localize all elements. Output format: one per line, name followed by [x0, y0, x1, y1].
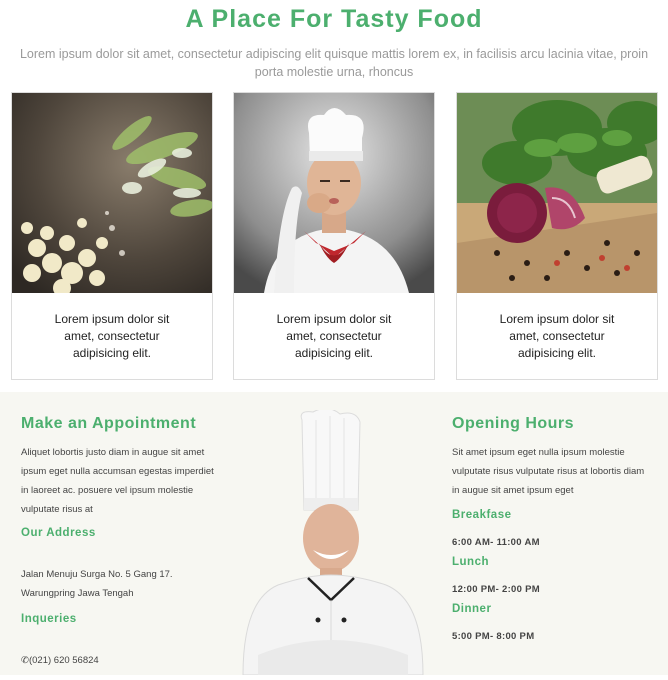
address-text: Jalan Menuju Surga No. 5 Gang 17. Warung… — [21, 569, 173, 599]
feature-card: Lorem ipsum dolor sit amet, consectetur … — [11, 92, 213, 380]
info-section: Make an Appointment Aliquet lobortis jus… — [0, 392, 668, 676]
page-title: A Place For Tasty Food — [185, 5, 483, 33]
lunch-time: 12:00 PM- 2:00 PM — [452, 584, 540, 595]
feature-card: Lorem ipsum dolor sit amet, consectetur … — [233, 92, 435, 380]
breakfast-time: 6:00 AM- 11:00 AM — [452, 537, 540, 548]
hero-section: A Place For Tasty Food Lorem ipsum dolor… — [0, 0, 668, 392]
hero-subtitle: Lorem ipsum dolor sit amet, consectetur … — [19, 47, 649, 79]
phone-icon: ✆ — [21, 655, 29, 666]
feature-card: Lorem ipsum dolor sit amet, consectetur … — [456, 92, 658, 380]
phone-number[interactable]: (021) 620 56824 — [29, 655, 99, 666]
opening-hours-text: Sit amet ipsum eget nulla ipsum molestie… — [452, 447, 645, 496]
breakfast-label: Breakfase — [452, 509, 512, 521]
chef-portrait-image — [238, 408, 428, 676]
appointment-title: Make an Appointment — [21, 415, 197, 432]
chef-kiss-image — [234, 93, 434, 293]
red-onion-peppercorn-image — [457, 93, 657, 293]
opening-hours-title: Opening Hours — [452, 415, 575, 432]
inquiries-title: Inqueries — [21, 613, 77, 625]
sliced-onions-garlic-image — [12, 93, 212, 293]
dinner-label: Dinner — [452, 603, 492, 615]
card-text: Lorem ipsum dolor sit amet, consectetur … — [499, 312, 615, 360]
lunch-label: Lunch — [452, 556, 489, 568]
dinner-time: 5:00 PM- 8:00 PM — [452, 631, 535, 642]
appointment-text: Aliquet lobortis justo diam in augue sit… — [21, 447, 214, 515]
address-title: Our Address — [21, 527, 96, 539]
phone-line: ✆(021) 620 56824 — [21, 651, 211, 670]
card-text: Lorem ipsum dolor sit amet, consectetur … — [276, 312, 392, 360]
card-text: Lorem ipsum dolor sit amet, consectetur … — [54, 312, 170, 360]
